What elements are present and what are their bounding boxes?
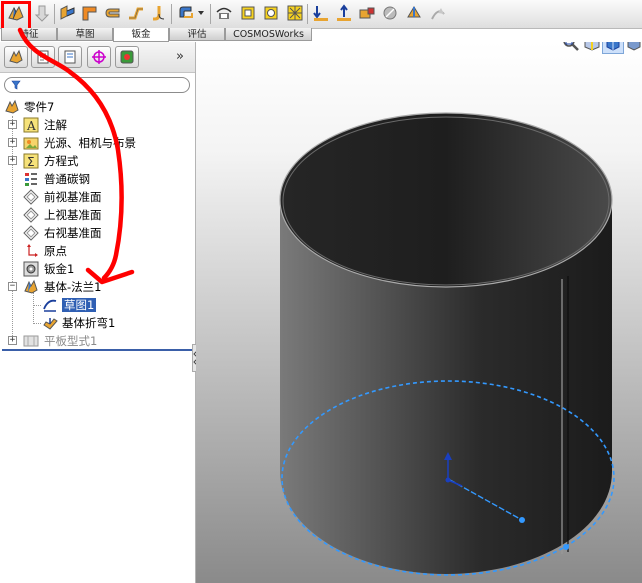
tree-item-label: 基体折弯1 [62, 316, 116, 330]
tree-item-label: 前视基准面 [44, 190, 102, 204]
tree-item-label: 右视基准面 [44, 226, 102, 240]
dimxpert-tab-icon[interactable] [87, 46, 111, 68]
tree-item-right-plane[interactable]: 右视基准面 [0, 224, 195, 242]
miter-flange-icon[interactable] [80, 3, 100, 23]
expand-toggle[interactable]: + [8, 138, 17, 147]
tree-item-origin[interactable]: 原点 [0, 242, 195, 260]
tree-item-label: 草图1 [60, 297, 98, 313]
tree-item-label: 原点 [44, 244, 67, 258]
tree-item-label: 零件7 [24, 100, 55, 114]
tree-item-top-plane[interactable]: 上视基准面 [0, 206, 195, 224]
expand-toggle[interactable]: + [8, 156, 17, 165]
rip-icon[interactable] [404, 3, 424, 23]
sheet-metal-toolbar [0, 0, 642, 29]
hem-icon[interactable] [103, 3, 123, 23]
tree-item-front-plane[interactable]: 前视基准面 [0, 188, 195, 206]
tab-sheet-metal[interactable]: 钣金 [113, 28, 169, 42]
property-manager-tab-icon[interactable] [31, 46, 55, 68]
panel-expand-arrows[interactable]: » [176, 49, 184, 64]
shell-icon[interactable] [32, 3, 52, 23]
tree-item-label: 钣金1 [44, 262, 75, 276]
tree-item-material[interactable]: 普通碳钢 [0, 170, 195, 188]
insert-bends-icon[interactable] [428, 3, 448, 23]
part-icon [5, 99, 19, 114]
plane-icon [23, 189, 39, 205]
tree-item-label: 方程式 [44, 154, 79, 168]
fold-icon[interactable] [334, 3, 354, 23]
tree-item-annotations[interactable]: + A 注解 [0, 116, 195, 134]
lights-cameras-scene-icon [23, 137, 39, 150]
svg-text:A: A [26, 119, 36, 133]
sheet-metal-icon [23, 261, 39, 277]
tab-cosmosworks[interactable]: COSMOSWorks [225, 28, 312, 41]
tree-item-lights-cameras-scene[interactable]: + 光源、相机与布景 [0, 134, 195, 152]
tree-item-equations[interactable]: + Σ 方程式 [0, 152, 195, 170]
equations-icon: Σ [23, 153, 39, 169]
expand-toggle[interactable]: + [8, 336, 17, 345]
graphics-viewport[interactable] [196, 42, 642, 583]
flatten-icon[interactable] [357, 3, 377, 23]
plane-icon [23, 207, 39, 223]
tab-features[interactable]: 特征 [1, 28, 57, 41]
feature-manager-panel: » 零件7 + A 注解 + 光源、相机与布景 + Σ 方程式 普通碳钢 前视基… [0, 42, 200, 583]
sketch-icon [43, 299, 57, 312]
command-manager-tabs: 特征 草图 钣金 评估 COSMOSWorks [0, 28, 312, 42]
edge-flange-icon[interactable] [57, 3, 77, 23]
filter-icon [11, 80, 21, 90]
panel-tab-strip: » [0, 42, 195, 73]
annotation-icon: A [23, 117, 39, 133]
tree-item-flat-pattern[interactable]: + 平板型式1 [0, 332, 195, 350]
tab-sketch[interactable]: 草图 [57, 28, 113, 41]
tree-item-label: 基体-法兰1 [44, 280, 102, 294]
no-bends-icon[interactable] [380, 3, 400, 23]
tab-evaluate[interactable]: 评估 [169, 28, 225, 41]
svg-text:Σ: Σ [27, 155, 35, 169]
rollback-bar[interactable] [2, 349, 193, 351]
collapse-toggle[interactable]: − [8, 282, 17, 291]
base-flange-icon [24, 279, 38, 294]
sketched-bend-icon[interactable] [149, 3, 169, 23]
jog-icon[interactable] [126, 3, 146, 23]
sketch-endpoint[interactable] [563, 544, 569, 550]
base-bend-icon [43, 318, 58, 330]
tree-item-label: 普通碳钢 [44, 172, 90, 186]
unfold-icon[interactable] [311, 3, 331, 23]
closed-corner-icon[interactable] [176, 3, 196, 23]
corner-relief-dropdown-icon[interactable] [196, 3, 206, 23]
expand-toggle[interactable]: + [8, 120, 17, 129]
tree-item-base-flange[interactable]: − 基体-法兰1 [0, 278, 195, 296]
origin-icon [27, 244, 38, 257]
tree-item-base-bend[interactable]: 基体折弯1 [0, 314, 195, 332]
tree-item-label: 上视基准面 [44, 208, 102, 222]
tree-filter-field[interactable] [4, 77, 190, 93]
feature-manager-tab-icon[interactable] [4, 46, 28, 68]
tree-item-sketch[interactable]: 草图1 [0, 296, 195, 314]
lofted-bend-icon[interactable] [214, 3, 234, 23]
display-manager-tab-icon[interactable] [115, 46, 139, 68]
tree-item-label: 平板型式1 [44, 334, 98, 348]
configuration-manager-tab-icon[interactable] [58, 46, 82, 68]
sketch-point[interactable] [519, 517, 525, 523]
flat-pattern-icon [23, 335, 39, 347]
tree-item-label: 注解 [44, 118, 67, 132]
tree-item-sheet-metal[interactable]: 钣金1 [0, 260, 195, 278]
tree-item-label: 光源、相机与布景 [44, 136, 136, 150]
tree-item-part[interactable]: 零件7 [0, 98, 195, 116]
cylinder-top-rim [279, 112, 613, 288]
extruded-cut-icon[interactable] [261, 3, 281, 23]
plane-icon [23, 225, 39, 241]
material-icon [25, 173, 37, 186]
vent-icon[interactable] [285, 3, 305, 23]
cylinder-model[interactable] [196, 42, 642, 583]
forming-tool-icon[interactable] [238, 3, 258, 23]
